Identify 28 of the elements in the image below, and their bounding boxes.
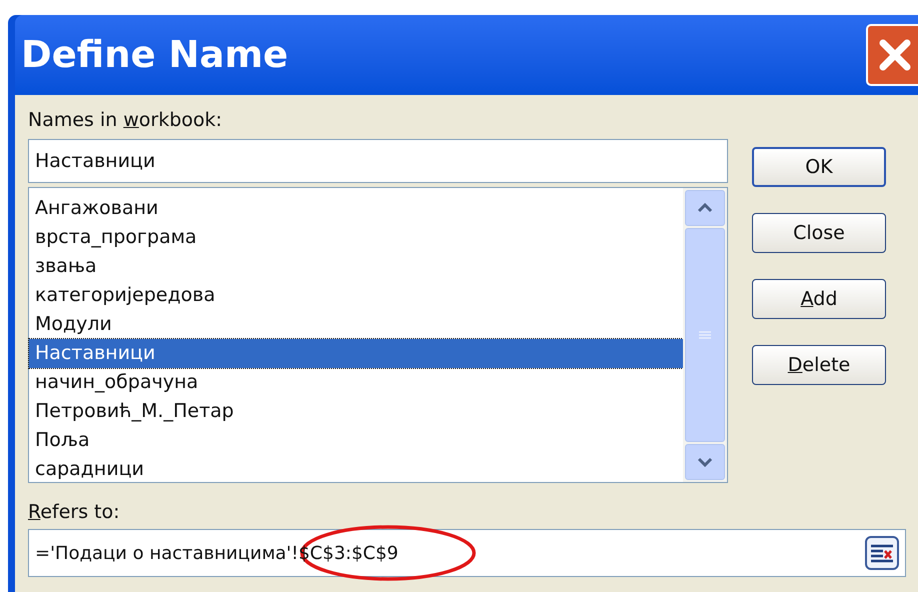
close-icon: [878, 38, 912, 72]
scroll-thumb[interactable]: [685, 228, 725, 442]
names-label: Names in workbook:: [28, 108, 224, 133]
list-item[interactable]: врста_програма: [29, 223, 683, 252]
grip-icon: [699, 331, 711, 339]
dialog-button[interactable]: Close: [752, 213, 886, 253]
chevron-up-icon: [697, 203, 713, 213]
dialog-button[interactable]: OK: [752, 147, 886, 187]
scroll-up-button[interactable]: [685, 190, 725, 226]
name-input-field[interactable]: Наставници: [28, 139, 728, 183]
refers-label: Refers to:: [28, 500, 121, 525]
window-title: Define Name: [21, 32, 290, 78]
scroll-down-button[interactable]: [685, 444, 725, 480]
list-item[interactable]: звања: [29, 252, 683, 281]
dialog-button[interactable]: Delete: [752, 345, 886, 385]
scrollbar[interactable]: [683, 188, 727, 482]
close-button[interactable]: [866, 24, 918, 86]
dialog-button[interactable]: Add: [752, 279, 886, 319]
list-item[interactable]: начин_обрачуна: [29, 368, 683, 397]
list-item[interactable]: Ангажовани: [29, 194, 683, 223]
collapse-dialog-icon[interactable]: [865, 536, 899, 570]
list-item[interactable]: категоријередова: [29, 281, 683, 310]
list-item[interactable]: Поља: [29, 426, 683, 455]
list-item[interactable]: Модули: [29, 310, 683, 339]
list-item[interactable]: Наставници: [29, 339, 683, 368]
list-item[interactable]: Петровић_М._Петар: [29, 397, 683, 426]
list-item[interactable]: сарадници: [29, 455, 683, 484]
chevron-down-icon: [697, 457, 713, 467]
